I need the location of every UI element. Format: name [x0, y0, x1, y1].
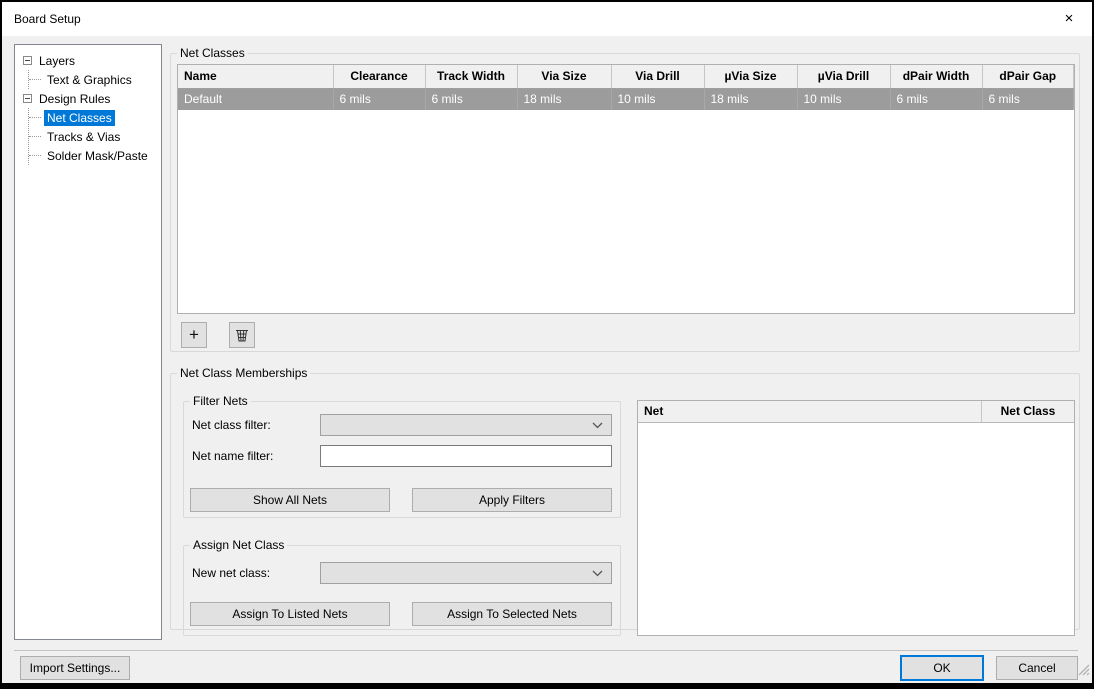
net-name-filter-input[interactable] — [320, 445, 612, 467]
col-header-via-drill[interactable]: Via Drill — [611, 65, 704, 88]
col-header-net-class[interactable]: Net Class — [982, 401, 1074, 422]
cell-uvia-drill[interactable]: 10 mils — [797, 88, 890, 110]
memberships-group: Net Class Memberships Filter Nets Net cl… — [170, 366, 1080, 630]
ok-button[interactable]: OK — [900, 655, 984, 681]
cell-name[interactable]: Default — [178, 88, 333, 110]
col-header-name[interactable]: Name — [178, 65, 333, 88]
col-header-uvia-size[interactable]: µVia Size — [704, 65, 797, 88]
memberships-group-label: Net Class Memberships — [177, 366, 310, 380]
grid-header-row: Name Clearance Track Width Via Size Via … — [178, 65, 1074, 88]
board-setup-dialog: Board Setup × Layers Text & Graphics Des… — [0, 0, 1094, 689]
tree-item-label[interactable]: Layers — [36, 53, 78, 69]
cell-uvia-size[interactable]: 18 mils — [704, 88, 797, 110]
chevron-down-icon — [592, 570, 603, 577]
dialog-content: Layers Text & Graphics Design Rules Net … — [2, 36, 1092, 683]
cancel-button[interactable]: Cancel — [996, 656, 1078, 680]
net-name-filter-label: Net name filter: — [192, 449, 273, 463]
new-net-class-label: New net class: — [192, 566, 270, 580]
setup-tree: Layers Text & Graphics Design Rules Net … — [14, 44, 162, 640]
apply-filters-button[interactable]: Apply Filters — [412, 488, 612, 512]
col-header-uvia-drill[interactable]: µVia Drill — [797, 65, 890, 88]
tree-item-label[interactable]: Tracks & Vias — [44, 129, 123, 145]
chevron-down-icon — [592, 422, 603, 429]
trash-icon — [234, 327, 250, 343]
titlebar[interactable]: Board Setup × — [2, 2, 1092, 36]
cell-dpair-gap[interactable]: 6 mils — [982, 88, 1074, 110]
tree-item-label[interactable]: Text & Graphics — [44, 72, 135, 88]
import-settings-button[interactable]: Import Settings... — [20, 656, 130, 680]
assign-net-class-group-label: Assign Net Class — [190, 538, 287, 552]
tree-item-solder-mask[interactable]: Solder Mask/Paste — [29, 146, 159, 165]
cell-track-width[interactable]: 6 mils — [425, 88, 517, 110]
col-header-dpair-gap[interactable]: dPair Gap — [982, 65, 1074, 88]
net-memberships-table: Net Net Class — [637, 400, 1075, 636]
net-table-header: Net Net Class — [638, 401, 1074, 423]
resize-grip-icon[interactable] — [1077, 663, 1090, 681]
tree-item-layers[interactable]: Layers — [21, 51, 159, 70]
cell-clearance[interactable]: 6 mils — [333, 88, 425, 110]
collapse-icon[interactable] — [23, 56, 32, 65]
tree-item-text-graphics[interactable]: Text & Graphics — [29, 70, 159, 89]
cell-dpair-width[interactable]: 6 mils — [890, 88, 982, 110]
tree-item-net-classes[interactable]: Net Classes — [29, 108, 159, 127]
tree-item-tracks-vias[interactable]: Tracks & Vias — [29, 127, 159, 146]
col-header-dpair-width[interactable]: dPair Width — [890, 65, 982, 88]
show-all-nets-button[interactable]: Show All Nets — [190, 488, 390, 512]
tree-connector — [29, 79, 41, 80]
tree-item-label-selected[interactable]: Net Classes — [44, 110, 115, 126]
col-header-net[interactable]: Net — [638, 401, 982, 422]
net-class-filter-label: Net class filter: — [192, 418, 271, 432]
cell-via-size[interactable]: 18 mils — [517, 88, 611, 110]
net-classes-group-label: Net Classes — [177, 46, 248, 60]
tree-item-design-rules[interactable]: Design Rules — [21, 89, 159, 108]
net-classes-grid: Name Clearance Track Width Via Size Via … — [177, 64, 1075, 314]
net-class-filter-dropdown[interactable] — [320, 414, 612, 436]
col-header-track-width[interactable]: Track Width — [425, 65, 517, 88]
tree-item-label[interactable]: Design Rules — [36, 91, 113, 107]
window-title: Board Setup — [2, 12, 81, 26]
footer-separator — [14, 650, 1078, 651]
assign-selected-nets-button[interactable]: Assign To Selected Nets — [412, 602, 612, 626]
col-header-clearance[interactable]: Clearance — [333, 65, 425, 88]
filter-nets-group: Filter Nets Net class filter: Net name f… — [183, 394, 621, 518]
net-class-row-default: Default 6 mils 6 mils 18 mils 10 mils 18… — [178, 88, 1074, 110]
delete-net-class-button[interactable] — [229, 322, 255, 348]
collapse-icon[interactable] — [23, 94, 32, 103]
assign-listed-nets-button[interactable]: Assign To Listed Nets — [190, 602, 390, 626]
add-net-class-button[interactable]: + — [181, 322, 207, 348]
close-icon[interactable]: × — [1046, 2, 1092, 34]
tree-connector — [29, 117, 41, 118]
tree-connector — [29, 136, 41, 137]
tree-item-label[interactable]: Solder Mask/Paste — [44, 148, 151, 164]
tree-connector — [29, 155, 41, 156]
filter-nets-group-label: Filter Nets — [190, 394, 251, 408]
assign-net-class-group: Assign Net Class New net class: Assign T… — [183, 538, 621, 636]
col-header-via-size[interactable]: Via Size — [517, 65, 611, 88]
new-net-class-dropdown[interactable] — [320, 562, 612, 584]
plus-icon: + — [189, 325, 199, 345]
cell-via-drill[interactable]: 10 mils — [611, 88, 704, 110]
net-classes-group: Net Classes Name Clearance Track Width V… — [170, 46, 1080, 352]
